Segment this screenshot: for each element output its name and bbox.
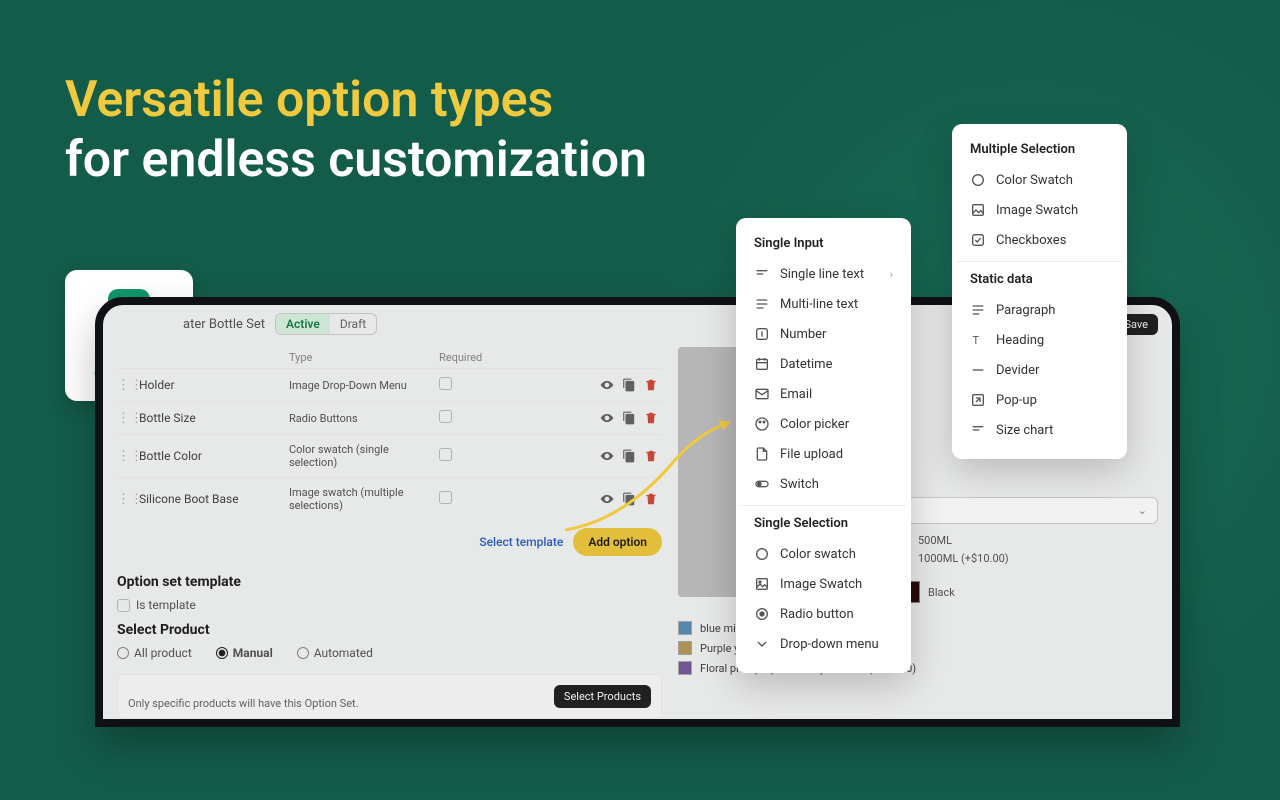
table-row[interactable]: ⋮⋮ Holder Image Drop-Down Menu: [117, 368, 662, 401]
menu-item-single-line-text[interactable]: Single line text›: [740, 259, 907, 289]
email-icon: [754, 386, 770, 402]
swatch-icon: [754, 546, 770, 562]
select-template-link[interactable]: Select template: [479, 535, 563, 549]
size-option[interactable]: 1000ML (+$10.00): [898, 552, 1158, 565]
size-chart-icon: [970, 422, 986, 438]
number-icon: [754, 326, 770, 342]
menu-item-divider[interactable]: Devider: [956, 355, 1123, 385]
chevron-down-icon: ⌄: [1138, 504, 1147, 517]
tab-draft[interactable]: Draft: [330, 314, 376, 334]
menu-heading-single-input: Single Input: [740, 232, 907, 259]
trash-icon[interactable]: [644, 449, 658, 463]
image-icon: [754, 576, 770, 592]
table-row[interactable]: ⋮⋮ Bottle Size Radio Buttons: [117, 401, 662, 434]
menu-item-file-upload[interactable]: File upload: [740, 439, 907, 469]
checkbox-icon: [970, 232, 986, 248]
trash-icon[interactable]: [644, 378, 658, 392]
calendar-icon: [754, 356, 770, 372]
menu-item-multi-line-text[interactable]: Multi-line text: [740, 289, 907, 319]
popup-icon: [970, 392, 986, 408]
chevron-down-icon: [754, 636, 770, 652]
drag-handle-icon[interactable]: ⋮⋮: [117, 449, 139, 464]
copy-icon[interactable]: [622, 492, 636, 506]
menu-item-drop-down-menu[interactable]: Drop-down menu: [740, 629, 907, 659]
copy-icon[interactable]: [622, 411, 636, 425]
drag-handle-icon[interactable]: ⋮⋮: [117, 378, 139, 393]
chevron-right-icon: ›: [890, 268, 893, 281]
radio-icon: [754, 606, 770, 622]
menu-item-color-swatch[interactable]: Color swatch: [740, 539, 907, 569]
table-row[interactable]: ⋮⋮ Bottle Color Color swatch (single sel…: [117, 434, 662, 477]
is-template-checkbox[interactable]: [117, 599, 130, 612]
radio-all-product[interactable]: All product: [117, 646, 192, 660]
required-checkbox[interactable]: [439, 491, 452, 504]
headline-line2: for endless customization: [65, 130, 647, 190]
menu-item-heading[interactable]: THeading: [956, 325, 1123, 355]
menu-heading-multiple-selection: Multiple Selection: [956, 138, 1123, 165]
divider-icon: [970, 362, 986, 378]
paragraph-icon: [970, 302, 986, 318]
dropdown-select[interactable]: ⌄: [898, 497, 1158, 524]
required-checkbox[interactable]: [439, 410, 452, 423]
menu-item-image-swatch-multi[interactable]: Image Swatch: [956, 195, 1123, 225]
headline-line1: Versatile option types: [65, 70, 647, 130]
menu-item-color-swatch-multi[interactable]: Color Swatch: [956, 165, 1123, 195]
image-icon: [970, 202, 986, 218]
radio-automated[interactable]: Automated: [297, 646, 373, 660]
menu-item-image-swatch[interactable]: Image Swatch: [740, 569, 907, 599]
text-icon: [754, 266, 770, 282]
col-head-type: Type: [289, 351, 439, 364]
headline: Versatile option types for endless custo…: [65, 70, 647, 190]
drag-handle-icon[interactable]: ⋮⋮: [117, 492, 139, 507]
color-swatch-line[interactable]: Black: [898, 581, 1158, 603]
menu-item-popup[interactable]: Pop-up: [956, 385, 1123, 415]
menu-item-email[interactable]: Email: [740, 379, 907, 409]
trash-icon[interactable]: [644, 492, 658, 506]
palette-icon: [754, 416, 770, 432]
drag-handle-icon[interactable]: ⋮⋮: [117, 411, 139, 426]
menu-item-size-chart[interactable]: Size chart: [956, 415, 1123, 445]
add-option-button[interactable]: Add option: [573, 528, 662, 556]
copy-icon[interactable]: [622, 449, 636, 463]
trash-icon[interactable]: [644, 411, 658, 425]
select-products-button[interactable]: Select Products: [554, 685, 651, 708]
menu-item-color-picker[interactable]: Color picker: [740, 409, 907, 439]
option-type-menu-1: Single Input Single line text› Multi-lin…: [736, 218, 911, 673]
required-checkbox[interactable]: [439, 377, 452, 390]
heading-icon: T: [970, 332, 986, 348]
eye-icon[interactable]: [600, 449, 614, 463]
menu-item-datetime[interactable]: Datetime: [740, 349, 907, 379]
product-section-title: Select Product: [117, 622, 662, 638]
menu-item-paragraph[interactable]: Paragraph: [956, 295, 1123, 325]
menu-item-checkboxes[interactable]: Checkboxes: [956, 225, 1123, 255]
eye-icon[interactable]: [600, 411, 614, 425]
switch-icon: [754, 476, 770, 492]
status-toggle[interactable]: Active Draft: [275, 313, 377, 335]
menu-heading-single-selection: Single Selection: [740, 512, 907, 539]
product-hint: Only specific products will have this Op…: [128, 697, 359, 710]
swatch-icon: [970, 172, 986, 188]
menu-item-radio-button[interactable]: Radio button: [740, 599, 907, 629]
eye-icon[interactable]: [600, 492, 614, 506]
template-section-title: Option set template: [117, 574, 662, 590]
table-row[interactable]: ⋮⋮ Silicone Boot Base Image swatch (mult…: [117, 477, 662, 520]
eye-icon[interactable]: [600, 378, 614, 392]
svg-text:T: T: [973, 334, 980, 347]
menu-item-switch[interactable]: Switch: [740, 469, 907, 499]
radio-manual[interactable]: Manual: [216, 646, 273, 660]
size-option[interactable]: 500ML: [898, 534, 1158, 547]
option-type-menu-2: Multiple Selection Color Swatch Image Sw…: [952, 124, 1127, 459]
lines-icon: [754, 296, 770, 312]
tab-active[interactable]: Active: [276, 314, 330, 334]
copy-icon[interactable]: [622, 378, 636, 392]
col-head-required: Required: [439, 351, 499, 364]
page-title: ater Bottle Set: [183, 317, 265, 332]
file-icon: [754, 446, 770, 462]
menu-item-number[interactable]: Number: [740, 319, 907, 349]
menu-heading-static-data: Static data: [956, 268, 1123, 295]
required-checkbox[interactable]: [439, 448, 452, 461]
